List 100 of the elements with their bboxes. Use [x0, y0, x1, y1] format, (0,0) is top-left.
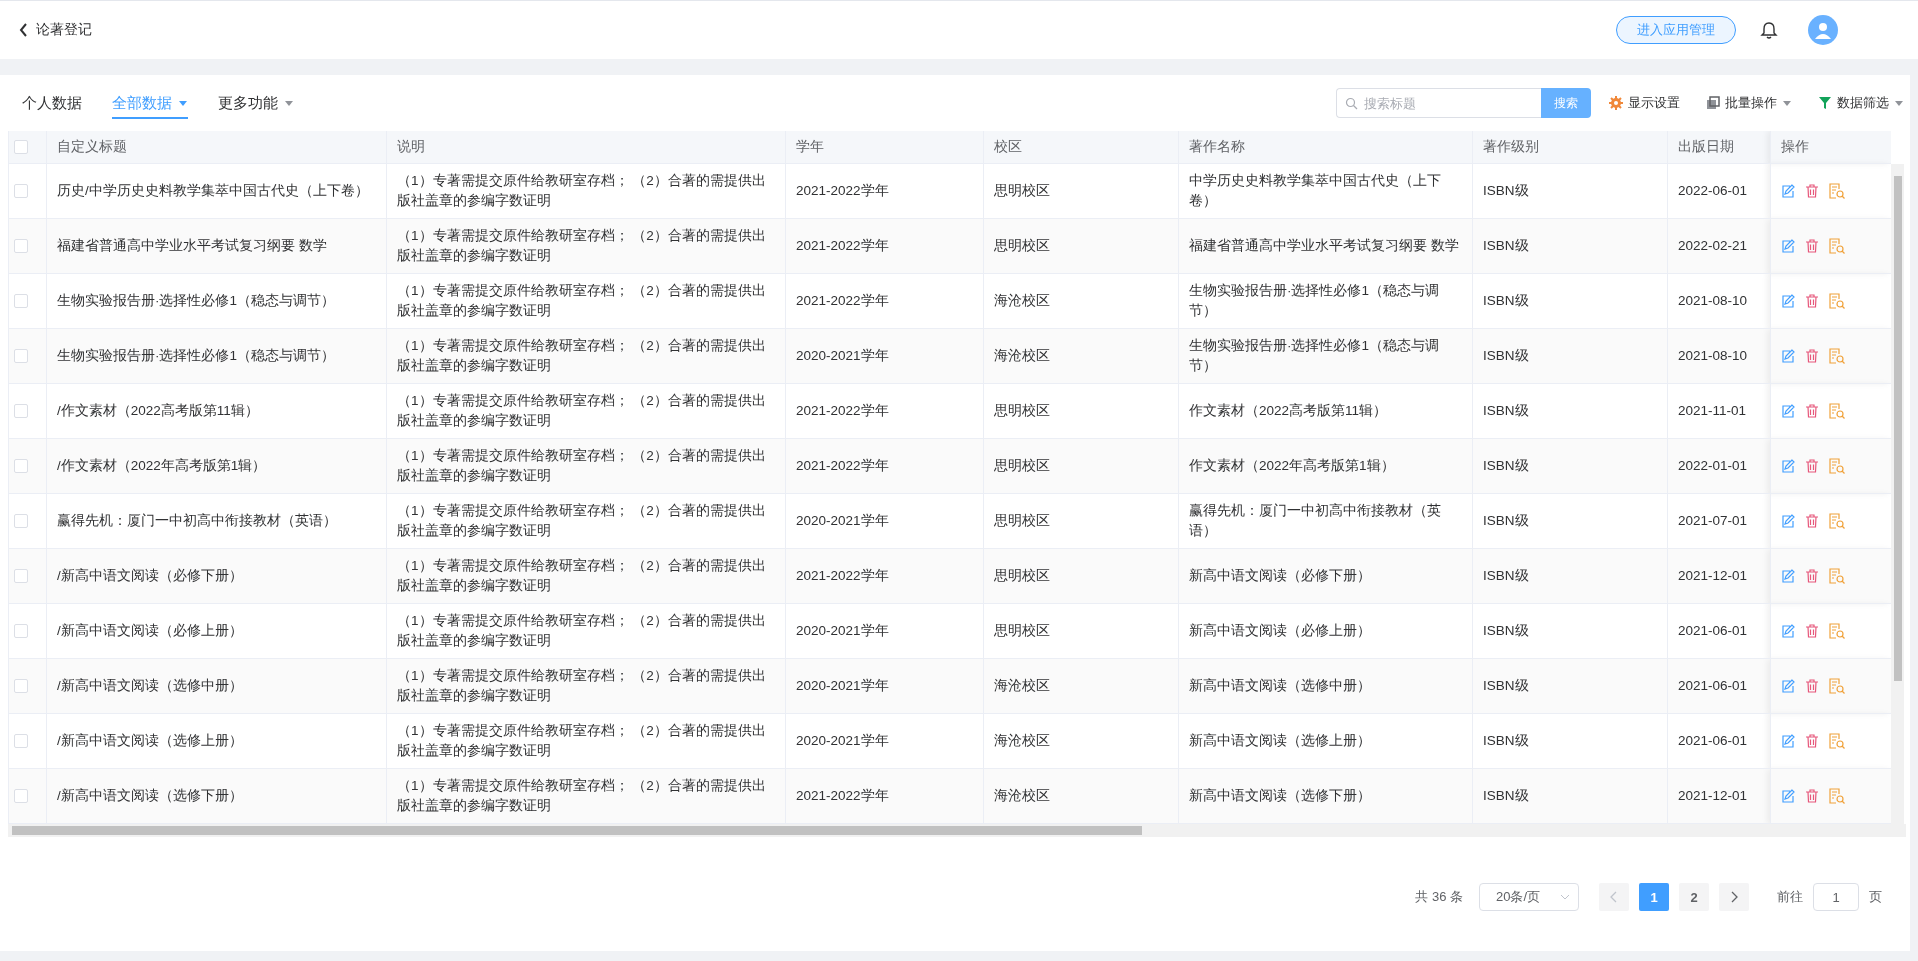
- column-header: 操作: [1770, 131, 1891, 164]
- document-search-icon[interactable]: [1829, 293, 1845, 309]
- document-search-icon[interactable]: [1829, 183, 1845, 199]
- table-cell: 赢得先机：厦门一中初高中衔接教材（英语）: [46, 493, 387, 549]
- table-cell: 2020-2021学年: [785, 493, 984, 549]
- checkbox[interactable]: [14, 239, 28, 253]
- back-icon[interactable]: [18, 22, 28, 38]
- table-cell: 2021-2022学年: [785, 548, 984, 604]
- avatar[interactable]: [1808, 15, 1838, 45]
- trash-icon[interactable]: [1805, 569, 1819, 583]
- trash-icon[interactable]: [1805, 789, 1819, 803]
- table-cell: 新高中语文阅读（选修中册）: [1178, 658, 1473, 714]
- table-cell: （1）专著需提交原件给教研室存档； （2）合著的需提供出版社盖章的参编字数证明: [386, 328, 786, 384]
- edit-icon[interactable]: [1781, 734, 1795, 748]
- display-settings-button[interactable]: 显示设置: [1609, 94, 1680, 112]
- edit-icon[interactable]: [1781, 184, 1795, 198]
- edit-icon[interactable]: [1781, 349, 1795, 363]
- table-cell: ISBN级: [1472, 658, 1668, 714]
- checkbox[interactable]: [14, 349, 28, 363]
- user-icon: [1814, 21, 1832, 39]
- edit-icon[interactable]: [1781, 514, 1795, 528]
- table-cell: 生物实验报告册·选择性必修1（稳态与调节）: [46, 328, 387, 384]
- next-page-button[interactable]: [1719, 883, 1749, 911]
- trash-icon[interactable]: [1805, 514, 1819, 528]
- table-cell: ISBN级: [1472, 768, 1668, 824]
- edit-icon[interactable]: [1781, 239, 1795, 253]
- checkbox[interactable]: [14, 404, 28, 418]
- batch-operation-button[interactable]: 批量操作: [1706, 94, 1792, 112]
- checkbox[interactable]: [14, 184, 28, 198]
- table-cell: ISBN级: [1472, 273, 1668, 329]
- table-cell: /新高中语文阅读（选修下册）: [46, 768, 387, 824]
- document-search-icon[interactable]: [1829, 238, 1845, 254]
- horizontal-scrollbar[interactable]: [8, 824, 1906, 837]
- trash-icon[interactable]: [1805, 239, 1819, 253]
- document-search-icon[interactable]: [1829, 623, 1845, 639]
- table-cell: /新高中语文阅读（选修上册）: [46, 713, 387, 769]
- table-cell: 2021-08-10: [1667, 328, 1771, 384]
- tab[interactable]: 个人数据: [22, 87, 82, 119]
- table-cell: /作文素材（2022高考版第11辑）: [46, 383, 387, 439]
- bell-icon[interactable]: [1760, 21, 1778, 39]
- trash-icon[interactable]: [1805, 404, 1819, 418]
- document-search-icon[interactable]: [1829, 403, 1845, 419]
- table-cell: 思明校区: [983, 163, 1179, 219]
- trash-icon[interactable]: [1805, 294, 1819, 308]
- document-search-icon[interactable]: [1829, 348, 1845, 364]
- vertical-scrollbar[interactable]: [1891, 164, 1904, 824]
- table-cell: 思明校区: [983, 603, 1179, 659]
- table-cell: 2020-2021学年: [785, 713, 984, 769]
- document-search-icon[interactable]: [1829, 513, 1845, 529]
- data-filter-button[interactable]: 数据筛选: [1818, 94, 1904, 112]
- page-title: 论著登记: [36, 21, 92, 39]
- checkbox[interactable]: [14, 459, 28, 473]
- trash-icon[interactable]: [1805, 734, 1819, 748]
- trash-icon[interactable]: [1805, 184, 1819, 198]
- edit-icon[interactable]: [1781, 569, 1795, 583]
- table-cell: 新高中语文阅读（选修上册）: [1178, 713, 1473, 769]
- trash-icon[interactable]: [1805, 679, 1819, 693]
- table-cell: /新高中语文阅读（必修下册）: [46, 548, 387, 604]
- edit-icon[interactable]: [1781, 624, 1795, 638]
- table-cell: （1）专著需提交原件给教研室存档； （2）合著的需提供出版社盖章的参编字数证明: [386, 603, 786, 659]
- checkbox[interactable]: [14, 734, 28, 748]
- table-cell: ISBN级: [1472, 603, 1668, 659]
- table-cell: 2021-07-01: [1667, 493, 1771, 549]
- trash-icon[interactable]: [1805, 624, 1819, 638]
- document-search-icon[interactable]: [1829, 788, 1845, 804]
- table-cell: 历史/中学历史史料教学集萃中国古代史（上下卷）: [46, 163, 387, 219]
- tab[interactable]: 更多功能: [218, 87, 294, 119]
- table-cell: 生物实验报告册·选择性必修1（稳态与调节）: [1178, 328, 1473, 384]
- table-cell: （1）专著需提交原件给教研室存档； （2）合著的需提供出版社盖章的参编字数证明: [386, 713, 786, 769]
- table-cell: （1）专著需提交原件给教研室存档； （2）合著的需提供出版社盖章的参编字数证明: [386, 658, 786, 714]
- checkbox[interactable]: [14, 140, 28, 154]
- table-cell: 生物实验报告册·选择性必修1（稳态与调节）: [46, 273, 387, 329]
- table-cell: 新高中语文阅读（必修上册）: [1178, 603, 1473, 659]
- table-cell: 海沧校区: [983, 273, 1179, 329]
- checkbox[interactable]: [14, 679, 28, 693]
- document-search-icon[interactable]: [1829, 568, 1845, 584]
- edit-icon[interactable]: [1781, 789, 1795, 803]
- edit-icon[interactable]: [1781, 679, 1795, 693]
- page-button[interactable]: 2: [1679, 883, 1709, 911]
- goto-label: 前往: [1777, 888, 1803, 906]
- checkbox[interactable]: [14, 514, 28, 528]
- edit-icon[interactable]: [1781, 294, 1795, 308]
- document-search-icon[interactable]: [1829, 678, 1845, 694]
- checkbox[interactable]: [14, 624, 28, 638]
- table-cell: 2021-12-01: [1667, 548, 1771, 604]
- table-cell: 2020-2021学年: [785, 603, 984, 659]
- table-cell: 思明校区: [983, 438, 1179, 494]
- document-search-icon[interactable]: [1829, 458, 1845, 474]
- checkbox[interactable]: [14, 789, 28, 803]
- checkbox[interactable]: [14, 294, 28, 308]
- trash-icon[interactable]: [1805, 349, 1819, 363]
- column-header: 校区: [983, 131, 1179, 164]
- table-cell: ISBN级: [1472, 383, 1668, 439]
- page-size-select[interactable]: 20条/页: [1479, 883, 1579, 911]
- edit-icon[interactable]: [1781, 404, 1795, 418]
- document-search-icon[interactable]: [1829, 733, 1845, 749]
- edit-icon[interactable]: [1781, 459, 1795, 473]
- page-input[interactable]: 1: [1813, 883, 1859, 911]
- checkbox[interactable]: [14, 569, 28, 583]
- trash-icon[interactable]: [1805, 459, 1819, 473]
